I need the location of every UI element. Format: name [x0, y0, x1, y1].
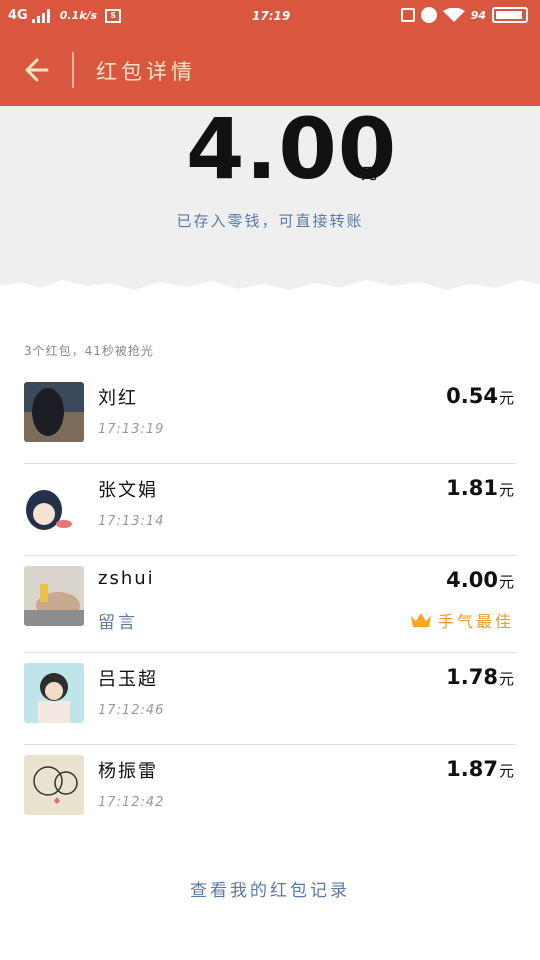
received-amount: 1.81元 — [446, 476, 514, 500]
battery-icon — [492, 7, 528, 23]
amount-unit: 元 — [361, 164, 378, 183]
list-item[interactable]: 杨振雷 17:12:42 1.87元 — [0, 745, 540, 837]
best-luck-badge: 手气最佳 — [410, 608, 514, 632]
receive-time: 17:13:14 — [98, 514, 165, 529]
summary-text: 3个红包，41秒被抢光 — [24, 344, 154, 358]
recipient-name: 张文娟 — [98, 480, 158, 501]
avatar[interactable] — [24, 566, 84, 626]
list-item[interactable]: 吕玉超 17:12:46 1.78元 — [0, 653, 540, 745]
avatar[interactable] — [24, 663, 84, 723]
stack-icon: S — [105, 8, 122, 23]
status-bar: 4G 0.1k/s S 17:19 94 — [0, 0, 540, 34]
received-amount: 1.78元 — [446, 665, 514, 689]
network-speed: 0.1k/s — [59, 9, 98, 22]
crown-icon — [410, 613, 431, 627]
recipient-name: 吕玉超 — [98, 669, 158, 690]
list-item[interactable]: zshui 留言 4.00元 手气最佳 — [0, 556, 540, 653]
avatar[interactable] — [24, 474, 84, 534]
torn-paper-edge — [0, 280, 540, 328]
alarm-icon — [420, 7, 437, 23]
navbar: 红包详情 — [0, 34, 540, 106]
list-item[interactable]: 刘红 17:13:19 0.54元 — [0, 372, 540, 464]
nav-divider — [72, 52, 74, 88]
signal-icon — [31, 8, 50, 23]
view-records-link[interactable]: 查看我的红包记录 — [0, 876, 540, 901]
page-title: 红包详情 — [96, 60, 196, 84]
memo-link[interactable]: 留言 — [98, 608, 138, 633]
network-type: 4G — [8, 8, 28, 23]
receive-time: 17:13:19 — [98, 422, 165, 437]
receive-time: 17:12:46 — [98, 703, 165, 718]
recipient-name: 杨振雷 — [98, 761, 158, 782]
battery-percent: 94 — [470, 8, 486, 22]
received-amount: 4.00元 — [446, 568, 514, 592]
status-time: 17:19 — [252, 9, 291, 23]
received-amount: 0.54元 — [446, 384, 514, 408]
avatar[interactable] — [24, 755, 84, 815]
back-arrow-icon[interactable] — [22, 56, 50, 84]
avatar[interactable] — [24, 382, 84, 442]
amount-note[interactable]: 已存入零钱，可直接转账 — [0, 210, 540, 231]
recipient-name: zshui — [98, 568, 155, 589]
wifi-icon — [442, 8, 465, 22]
list-item[interactable]: 张文娟 17:13:14 1.81元 — [0, 464, 540, 556]
receive-time: 17:12:42 — [98, 795, 165, 810]
vibrate-icon — [400, 8, 415, 22]
recipient-list: 刘红 17:13:19 0.54元 张文娟 17:13:14 1.81元 zsh… — [0, 372, 540, 837]
recipient-name: 刘红 — [98, 388, 138, 409]
received-amount: 1.87元 — [446, 757, 514, 781]
